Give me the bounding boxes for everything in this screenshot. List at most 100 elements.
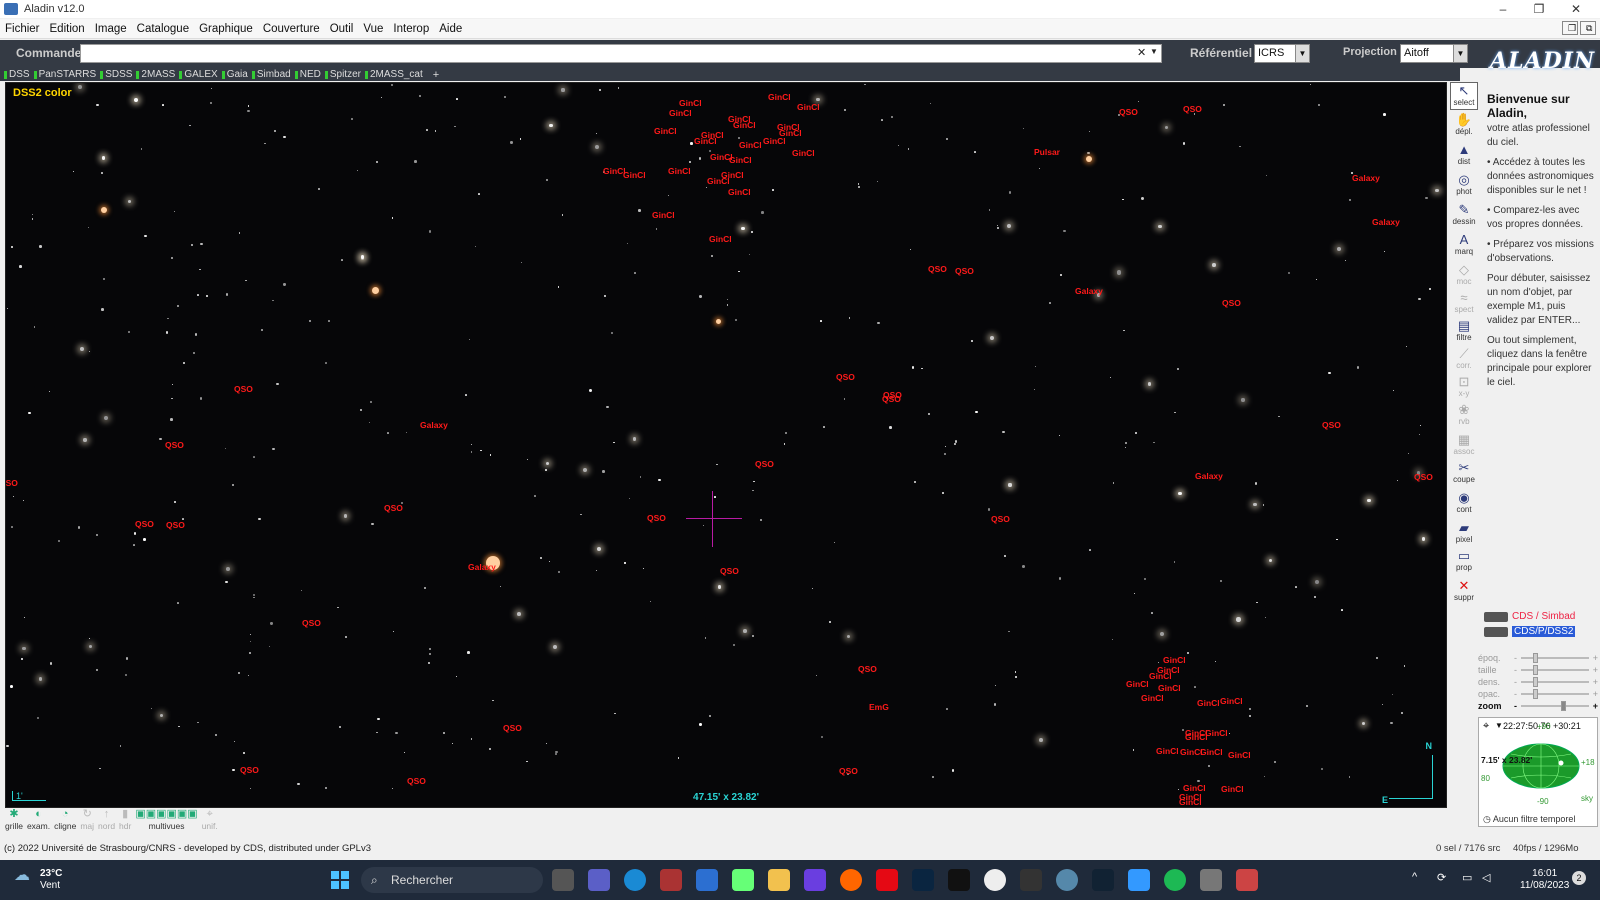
tool-filtre[interactable]: ▤ filtre xyxy=(1450,318,1478,346)
object-label-gincl[interactable]: GinCl xyxy=(669,108,692,118)
add-layer-button[interactable]: + xyxy=(433,69,439,81)
layer-simbad[interactable]: Simbad xyxy=(251,69,291,80)
tool-prop[interactable]: ▭ prop xyxy=(1450,548,1478,576)
detach-panel-icon[interactable]: ⧉ xyxy=(1580,21,1596,35)
clock[interactable]: 16:01 11/08/2023 xyxy=(1520,868,1569,892)
file-explorer-icon[interactable] xyxy=(768,869,790,891)
object-label-gincl[interactable]: GinCl xyxy=(728,187,751,197)
bottom-tool-hdr[interactable]: ▮ hdr xyxy=(119,809,131,832)
monitor-icon[interactable]: ▭ xyxy=(1462,871,1472,884)
minimize-button[interactable]: – xyxy=(1485,0,1521,18)
tool-dessin[interactable]: ✎ dessin xyxy=(1450,202,1478,230)
object-label-qso[interactable]: QSO xyxy=(1119,107,1138,117)
object-label-qso[interactable]: QSO xyxy=(928,264,947,274)
tool-coupe[interactable]: ✂ coupe xyxy=(1450,460,1478,488)
sn-app-icon[interactable] xyxy=(1092,869,1114,891)
object-label-gincl[interactable]: GinCl xyxy=(652,210,675,220)
clear-command-icon[interactable]: ✕ xyxy=(1137,46,1146,59)
aladin-taskbar-icon[interactable] xyxy=(660,869,682,891)
menu-aide[interactable]: Aide xyxy=(434,23,467,35)
object-label-galaxy[interactable]: Galaxy xyxy=(1195,471,1223,481)
slider-epoch[interactable]: époq. - + xyxy=(1478,652,1598,664)
bottom-tool-grille[interactable]: ✱ grille xyxy=(5,809,23,832)
volume-icon[interactable]: ◁ xyxy=(1482,871,1490,884)
object-label-qso[interactable]: QSO xyxy=(302,618,321,628)
taskbar-search[interactable]: ⌕ Rechercher xyxy=(361,867,543,893)
bottom-tool-maj[interactable]: ↻ maj xyxy=(80,809,94,832)
terminal-icon[interactable] xyxy=(1020,869,1042,891)
menu-catalogue[interactable]: Catalogue xyxy=(132,23,194,35)
object-label-emg[interactable]: EmG xyxy=(869,702,889,712)
music-app-icon[interactable] xyxy=(804,869,826,891)
tool-corr[interactable]: ⟋ corr. xyxy=(1450,346,1478,374)
object-label-qso[interactable]: QSO xyxy=(991,514,1010,524)
tool-phot[interactable]: ◎ phot xyxy=(1450,172,1478,200)
bottom-tool-cligne[interactable]: ◔ cligne xyxy=(54,809,76,832)
object-label-gincl[interactable]: GinCl xyxy=(1197,698,1220,708)
object-label-gincl[interactable]: GinCl xyxy=(1156,746,1179,756)
object-label-gincl[interactable]: GinCl xyxy=(694,136,717,146)
object-label-qso[interactable]: QSO xyxy=(1414,472,1433,482)
menu-interop[interactable]: Interop xyxy=(388,23,434,35)
object-label-qso[interactable]: QSO xyxy=(836,372,855,382)
object-label-qso[interactable]: QSO xyxy=(407,776,426,786)
object-label-gincl[interactable]: GinCl xyxy=(1220,696,1243,706)
object-label-qso[interactable]: QSO xyxy=(720,566,739,576)
app-icon[interactable] xyxy=(1236,869,1258,891)
object-label-qso[interactable]: QSO xyxy=(1222,298,1241,308)
tool-marq[interactable]: Amarq xyxy=(1450,232,1478,260)
slider-density[interactable]: dens. - + xyxy=(1478,676,1598,688)
object-label-pulsar[interactable]: Pulsar xyxy=(1034,147,1060,157)
close-button[interactable]: ✕ xyxy=(1558,0,1594,18)
object-label-qso[interactable]: QSO xyxy=(135,519,154,529)
netflix-icon[interactable] xyxy=(876,869,898,891)
tool-pixel[interactable]: ▰ pixel xyxy=(1450,520,1478,548)
object-label-gincl[interactable]: GinCl xyxy=(1185,732,1208,742)
tool-assoc[interactable]: ▦ assoc xyxy=(1450,432,1478,460)
photoshop-icon[interactable] xyxy=(912,869,934,891)
object-label-gincl[interactable]: GinCl xyxy=(1200,747,1223,757)
store-icon[interactable] xyxy=(696,869,718,891)
plane-simbad[interactable]: CDS / Simbad xyxy=(1484,609,1596,624)
object-label-qso[interactable]: QSO xyxy=(955,266,974,276)
tool-xy[interactable]: ⊡ x-y xyxy=(1450,374,1478,402)
calculator-icon[interactable] xyxy=(732,869,754,891)
object-label-qso[interactable]: QSO xyxy=(166,520,185,530)
object-label-gincl[interactable]: GinCl xyxy=(1126,679,1149,689)
object-label-gincl[interactable]: GinCl xyxy=(668,166,691,176)
object-label-gincl[interactable]: GinCl xyxy=(729,155,752,165)
projection-select[interactable]: Aitoff ▼ xyxy=(1400,44,1468,63)
diagram-app-icon[interactable] xyxy=(1128,869,1150,891)
bottom-tool-multivues[interactable]: ▣▣▣▣▣▣ multivues xyxy=(135,809,197,832)
task-view-icon[interactable] xyxy=(552,869,574,891)
allsky-minimap[interactable] xyxy=(1501,734,1581,796)
layer-spitzer[interactable]: Spitzer xyxy=(324,69,361,80)
object-label-gincl[interactable]: GinCl xyxy=(763,136,786,146)
object-label-gincl[interactable]: GinCl xyxy=(707,176,730,186)
object-label-gincl[interactable]: GinCl xyxy=(1141,693,1164,703)
object-label-gincl[interactable]: GinCl xyxy=(797,102,820,112)
weather-widget[interactable]: ☁ 23°C Vent xyxy=(14,868,62,892)
object-label-galaxy[interactable]: Galaxy xyxy=(1372,217,1400,227)
layer-2mass-cat[interactable]: 2MASS_cat xyxy=(364,69,423,80)
plane-dss[interactable]: CDS/P/DSS2 xyxy=(1484,624,1596,639)
plus-app-icon[interactable] xyxy=(948,869,970,891)
object-label-gincl[interactable]: GinCl xyxy=(1163,655,1186,665)
layer-dss[interactable]: DSS xyxy=(4,69,30,80)
layer-2mass[interactable]: 2MASS xyxy=(136,69,175,80)
slider-zoom[interactable]: zoom - + xyxy=(1478,700,1598,712)
location-pin-icon[interactable]: ⌖ xyxy=(1483,720,1489,733)
slider-size[interactable]: taille - + xyxy=(1478,664,1598,676)
layer-sdss[interactable]: SDSS xyxy=(100,69,132,80)
sky-view[interactable]: GinCl GinCl GinCl GinCl GinCl GinCl GinCl GinCl… xyxy=(5,82,1447,808)
object-label-gincl[interactable]: GinCl xyxy=(733,120,756,130)
teams-icon[interactable] xyxy=(588,869,610,891)
object-label-qso[interactable]: QSO xyxy=(6,478,18,488)
tool-suppr[interactable]: ✕ suppr xyxy=(1450,578,1478,606)
object-label-qso[interactable]: QSO xyxy=(165,440,184,450)
object-label-gincl[interactable]: GinCl xyxy=(1149,671,1172,681)
object-label-gincl[interactable]: GinCl xyxy=(739,140,762,150)
object-label-gincl[interactable]: GinCl xyxy=(654,126,677,136)
app-icon[interactable] xyxy=(1200,869,1222,891)
chevron-up-icon[interactable]: ^ xyxy=(1412,871,1417,883)
